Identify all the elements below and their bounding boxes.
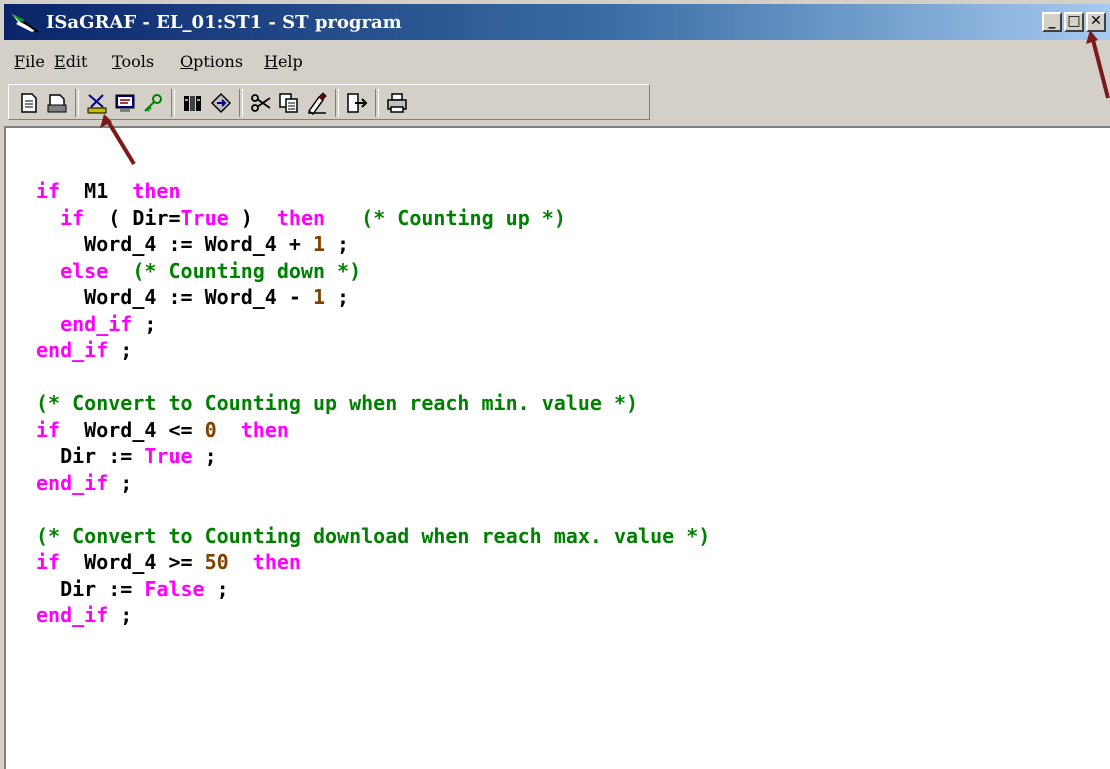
- keyword-token: end_if: [36, 470, 109, 495]
- code-line: end_if ;: [36, 338, 132, 362]
- print-icon[interactable]: [385, 91, 409, 115]
- number-token: 50: [204, 550, 229, 574]
- st-program-code: if M1 then if ( Dir=True ) then (* Count…: [36, 178, 710, 629]
- number-token: 0: [204, 417, 217, 442]
- code-line: Word_4 := Word_4 - 1 ;: [36, 285, 349, 309]
- code-line: Word_4 := Word_4 + 1 ;: [36, 232, 349, 256]
- code-line: if Word_4 >= 50 then: [36, 550, 301, 574]
- annotation-arrow-close-icon: [1086, 30, 1110, 99]
- code-token: M1: [60, 179, 133, 203]
- keyword-token: False: [144, 576, 205, 601]
- code-line: (* Convert to Counting up when reach min…: [36, 391, 638, 415]
- exit-icon[interactable]: [345, 91, 369, 115]
- new-document-icon[interactable]: [17, 91, 41, 115]
- toolbar: [4, 80, 1110, 122]
- menu-options[interactable]: Options: [180, 52, 243, 71]
- code-token: ( Dir=: [84, 205, 181, 230]
- paste-icon[interactable]: [305, 91, 329, 115]
- keyword-token: then: [240, 417, 289, 442]
- code-token: Dir :=: [36, 576, 145, 601]
- keyword-token: if: [36, 179, 61, 203]
- title-bar[interactable]: ISaGRAF - EL_01:ST1 - ST program _ □ ✕: [4, 4, 1110, 40]
- code-token: ): [228, 205, 277, 230]
- code-token: ;: [204, 576, 229, 601]
- toolbar-separator: [239, 89, 243, 117]
- toolbar-separator: [171, 89, 175, 117]
- scissors-icon[interactable]: [249, 91, 273, 115]
- code-line: end_if ;: [36, 471, 132, 495]
- menu-edit[interactable]: Edit: [54, 52, 87, 71]
- window-title: ISaGRAF - EL_01:ST1 - ST program: [46, 12, 402, 33]
- menu-file[interactable]: File: [14, 52, 45, 71]
- keyword-token: end_if: [36, 338, 109, 362]
- code-line: end_if ;: [36, 603, 132, 627]
- code-token: Word_4 >=: [60, 550, 205, 574]
- code-token: Dir :=: [36, 444, 145, 468]
- keyword-token: end_if: [36, 603, 109, 627]
- menu-bar: File Edit Tools Options Help: [4, 42, 1110, 76]
- number-token: 1: [312, 232, 325, 256]
- code-token: ;: [325, 285, 350, 309]
- code-line: (* Convert to Counting download when rea…: [36, 524, 710, 548]
- comment-token: (* Counting up *): [361, 205, 566, 230]
- code-line: if ( Dir=True ) then (* Counting up *): [36, 206, 566, 230]
- keyword-token: True: [144, 444, 193, 468]
- code-token: ;: [325, 232, 350, 256]
- isagraf-app-icon: [12, 14, 39, 33]
- keyword-token: if: [60, 205, 85, 230]
- keyword-token: then: [132, 179, 181, 203]
- keyword-token: else: [60, 258, 109, 283]
- code-token: Word_4 <=: [60, 417, 205, 442]
- toolbar-separator: [335, 89, 339, 117]
- code-token: ;: [192, 444, 217, 468]
- code-token: ;: [108, 470, 133, 495]
- code-token: ;: [132, 311, 157, 336]
- code-token: ;: [108, 603, 133, 627]
- number-token: 1: [312, 285, 325, 309]
- copy-icon[interactable]: [277, 91, 301, 115]
- application-window: ISaGRAF - EL_01:ST1 - ST program _ □ ✕ F…: [0, 0, 1110, 769]
- code-token: ;: [108, 338, 133, 362]
- keyword-token: then: [276, 205, 326, 230]
- comment-token: (* Counting down *): [132, 258, 362, 283]
- code-line: else (* Counting down *): [36, 259, 361, 283]
- minimize-button[interactable]: _: [1042, 12, 1062, 32]
- keyword-token: then: [252, 550, 301, 574]
- toolbar-separator: [375, 89, 379, 117]
- comment-token: (* Convert to Counting download when rea…: [36, 523, 711, 548]
- keyword-token: True: [180, 205, 229, 230]
- code-line: if Word_4 <= 0 then: [36, 418, 289, 442]
- comment-token: (* Convert to Counting up when reach min…: [36, 391, 639, 415]
- code-line: end_if ;: [36, 312, 156, 336]
- library-icon[interactable]: [181, 91, 205, 115]
- maximize-button[interactable]: □: [1064, 12, 1084, 32]
- menu-tools[interactable]: Tools: [112, 52, 154, 71]
- keyword-token: if: [36, 550, 61, 574]
- code-line: Dir := False ;: [36, 577, 229, 601]
- code-token: Word_4 := Word_4 -: [36, 285, 313, 309]
- code-line: if M1 then: [36, 179, 181, 203]
- menu-help[interactable]: Help: [264, 52, 303, 71]
- compile-icon[interactable]: [209, 91, 233, 115]
- keyword-token: end_if: [60, 311, 133, 336]
- keyword-token: if: [36, 417, 61, 442]
- annotation-arrow-open-icon: [100, 114, 136, 166]
- st-code-editor[interactable]: if M1 then if ( Dir=True ) then (* Count…: [4, 126, 1110, 769]
- code-line: Dir := True ;: [36, 444, 217, 468]
- code-token: Word_4 := Word_4 +: [36, 232, 313, 256]
